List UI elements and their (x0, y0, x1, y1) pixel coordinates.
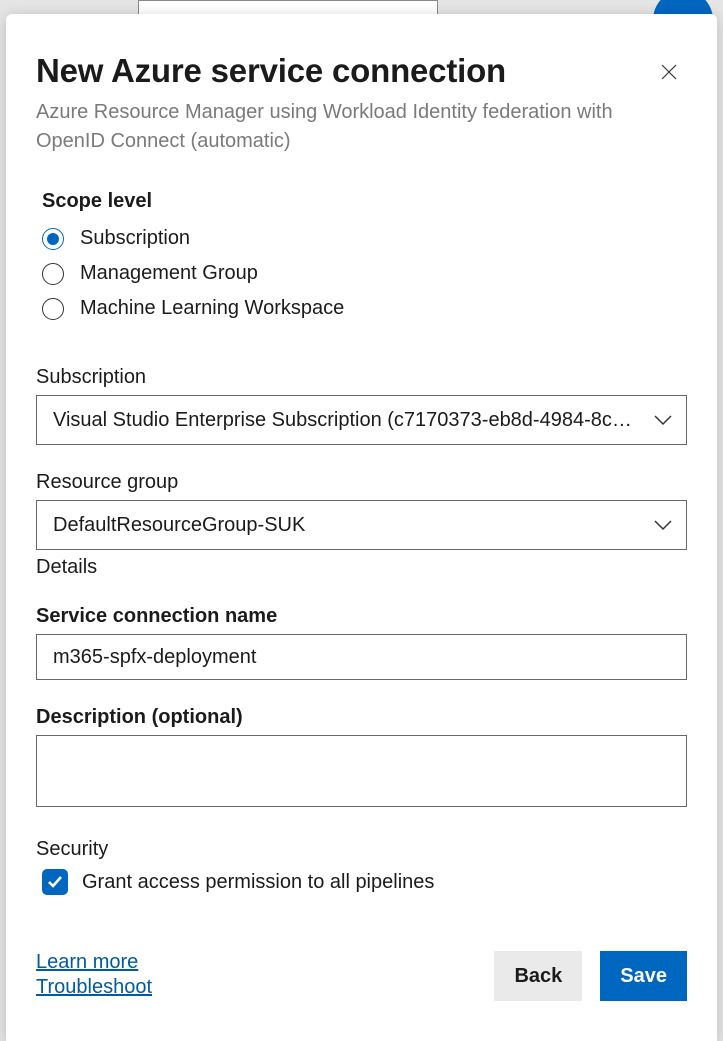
learn-more-link[interactable]: Learn more (36, 951, 152, 974)
radio-label: Management Group (80, 262, 258, 285)
resource-group-label: Resource group (36, 471, 687, 494)
radio-label: Subscription (80, 227, 190, 250)
panel-footer: Learn more Troubleshoot Back Save (36, 951, 687, 1001)
scope-option-ml-workspace[interactable]: Machine Learning Workspace (42, 297, 687, 320)
close-icon (659, 62, 679, 82)
panel-title: New Azure service connection (36, 52, 687, 90)
resource-group-select[interactable]: DefaultResourceGroup-SUK (36, 500, 687, 550)
panel-header: New Azure service connection Azure Resou… (36, 52, 687, 156)
grant-access-checkbox[interactable] (42, 869, 68, 895)
security-label: Security (36, 838, 687, 861)
scope-option-management-group[interactable]: Management Group (42, 262, 687, 285)
description-label: Description (optional) (36, 706, 687, 729)
radio-icon (42, 228, 64, 250)
new-service-connection-panel: New Azure service connection Azure Resou… (6, 14, 717, 1041)
scope-level-label: Scope level (42, 190, 687, 213)
panel-subtitle: Azure Resource Manager using Workload Id… (36, 98, 616, 156)
scope-option-subscription[interactable]: Subscription (42, 227, 687, 250)
subscription-select[interactable]: Visual Studio Enterprise Subscription (c… (36, 395, 687, 445)
radio-icon (42, 298, 64, 320)
description-input[interactable] (36, 735, 687, 807)
scope-level-radio-group: Subscription Management Group Machine Le… (42, 227, 687, 332)
connection-name-label: Service connection name (36, 605, 687, 628)
connection-name-input[interactable] (36, 634, 687, 680)
close-button[interactable] (655, 58, 683, 86)
grant-access-label: Grant access permission to all pipelines (82, 871, 434, 894)
troubleshoot-link[interactable]: Troubleshoot (36, 976, 152, 999)
save-button[interactable]: Save (600, 951, 687, 1001)
resource-group-details: Details (36, 556, 687, 579)
radio-label: Machine Learning Workspace (80, 297, 344, 320)
back-button[interactable]: Back (494, 951, 582, 1001)
check-icon (47, 875, 63, 889)
subscription-label: Subscription (36, 366, 687, 389)
radio-icon (42, 263, 64, 285)
